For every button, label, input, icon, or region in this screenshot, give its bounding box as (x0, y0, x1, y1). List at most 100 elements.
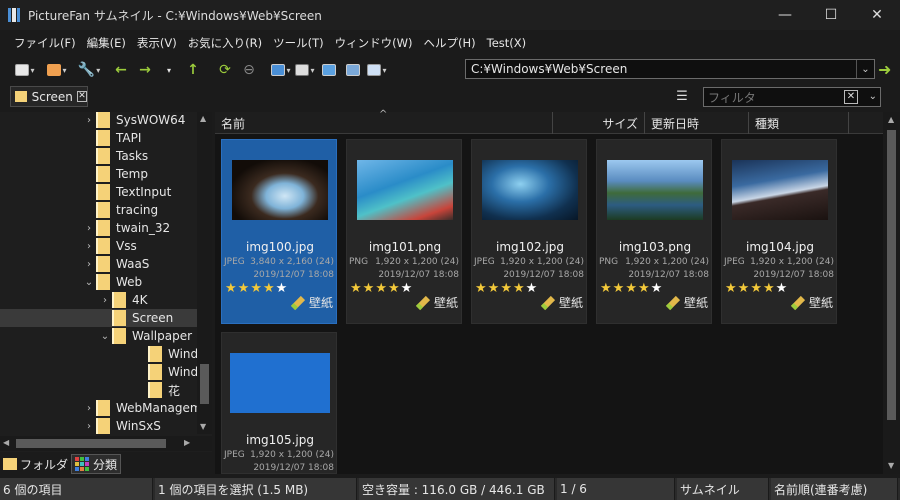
column-size[interactable]: サイズ (553, 112, 645, 134)
column-name[interactable]: 名前 ^ (215, 109, 553, 134)
slideshow-icon[interactable] (342, 60, 364, 80)
star-icon[interactable]: ★ (263, 281, 275, 296)
new-window-icon[interactable]: ▾ (14, 60, 36, 80)
expand-chevron-icon[interactable]: › (82, 421, 96, 432)
tree-item[interactable]: tracing (82, 201, 158, 219)
menu-edit[interactable]: 編集(E) (87, 35, 126, 51)
menu-favorites[interactable]: お気に入り(R) (188, 35, 262, 51)
scroll-down-icon[interactable]: ▼ (200, 422, 206, 431)
up-arrow-icon[interactable]: ↑ (182, 60, 204, 80)
star-icon[interactable]: ★ (725, 281, 737, 296)
scroll-up-icon[interactable]: ▲ (888, 115, 894, 124)
filter-clear-icon[interactable]: ✕ (844, 90, 858, 104)
scroll-thumb[interactable] (16, 439, 166, 448)
sort-icon[interactable]: ▾ (294, 60, 316, 80)
thumbnail-card[interactable]: img104.jpg JPEG 1,920 x 1,200 (24) 2019/12/… (721, 139, 837, 324)
star-icon[interactable]: ★ (651, 281, 663, 296)
collapse-chevron-icon[interactable]: ⌄ (98, 331, 112, 342)
thumbnail-card[interactable]: img102.jpg JPEG 1,920 x 1,200 (24) 2019/12/… (471, 139, 587, 324)
scroll-up-icon[interactable]: ▲ (200, 114, 206, 123)
rating-stars[interactable]: ★ ★ ★ ★ ★ (350, 281, 413, 296)
star-icon[interactable]: ★ (250, 281, 262, 296)
expand-chevron-icon[interactable]: › (82, 403, 96, 414)
menu-icon[interactable]: ☰ (674, 89, 690, 105)
forward-arrow-icon[interactable]: → (134, 60, 156, 80)
star-icon[interactable]: ★ (638, 281, 650, 296)
menu-test[interactable]: Test(X) (487, 36, 527, 50)
expand-chevron-icon[interactable]: › (82, 259, 96, 270)
star-icon[interactable]: ★ (401, 281, 413, 296)
column-type[interactable]: 種類 (749, 112, 849, 134)
star-icon[interactable]: ★ (475, 281, 487, 296)
tree-item[interactable]: › SysWOW64 (82, 112, 185, 129)
star-icon[interactable]: ★ (750, 281, 762, 296)
star-icon[interactable]: ★ (776, 281, 788, 296)
maximize-button[interactable]: ☐ (808, 0, 854, 30)
filter-input[interactable]: フィルタ ✕ ⌄ (703, 87, 881, 107)
tree-horizontal-scrollbar[interactable]: ◀ ▶ (0, 436, 197, 451)
refresh-icon[interactable]: ⟳ (214, 60, 236, 80)
settings-wrench-icon[interactable]: 🔧 ▾ (78, 60, 100, 80)
tree-item[interactable]: ⌄ Web (82, 273, 142, 291)
tree-item[interactable]: › WebManagem (82, 399, 202, 417)
address-input[interactable]: C:¥Windows¥Web¥Screen ⌄ (465, 59, 875, 79)
thumbnail-card[interactable]: img105.jpg JPEG 1,920 x 1,200 (24) 2019/12/… (221, 332, 337, 474)
image-view-icon[interactable] (318, 60, 340, 80)
star-icon[interactable]: ★ (225, 281, 237, 296)
scroll-thumb[interactable] (887, 130, 896, 420)
open-folder-icon[interactable]: ▾ (46, 60, 68, 80)
thumbnail-card[interactable]: img100.jpg JPEG 3,840 x 2,160 (24) 2019/12/… (221, 139, 337, 324)
star-icon[interactable]: ★ (738, 281, 750, 296)
star-icon[interactable]: ★ (363, 281, 375, 296)
expand-chevron-icon[interactable]: › (82, 241, 96, 252)
star-icon[interactable]: ★ (625, 281, 637, 296)
tree-item[interactable]: › WaaS (82, 255, 149, 273)
content-vertical-scrollbar[interactable]: ▲ ▼ (883, 112, 900, 474)
tab-classify[interactable]: 分類 (71, 454, 122, 474)
tree-item[interactable]: Windo (134, 363, 206, 381)
star-icon[interactable]: ★ (488, 281, 500, 296)
tree-item[interactable]: 花 (134, 381, 180, 399)
scroll-right-icon[interactable]: ▶ (184, 438, 190, 447)
tree-item[interactable]: › twain_32 (82, 219, 170, 237)
tree-item[interactable]: TextInput (82, 183, 171, 201)
stop-icon[interactable]: ⊖ (238, 60, 260, 80)
tree-item[interactable]: Temp (82, 165, 148, 183)
thumbnail-card[interactable]: img103.png PNG 1,920 x 1,200 (24) 2019/12/0… (596, 139, 712, 324)
rating-stars[interactable]: ★ ★ ★ ★ ★ (225, 281, 288, 296)
tree-item[interactable]: › Vss (82, 237, 137, 255)
tab-close-icon[interactable]: ✕ (76, 91, 87, 102)
tab-screen[interactable]: Screen ✕ (10, 86, 88, 107)
scroll-down-icon[interactable]: ▼ (888, 461, 894, 470)
scroll-thumb[interactable] (200, 364, 209, 404)
tab-folders[interactable]: フォルダ (0, 454, 71, 474)
tree-item[interactable]: › WinSxS (82, 417, 161, 435)
collapse-chevron-icon[interactable]: ⌄ (82, 277, 96, 288)
tree-item[interactable]: ⌄ Wallpaper (98, 327, 192, 345)
menu-window[interactable]: ウィンドウ(W) (335, 35, 413, 51)
star-icon[interactable]: ★ (276, 281, 288, 296)
tree-item[interactable]: Tasks (82, 147, 148, 165)
menu-help[interactable]: ヘルプ(H) (424, 35, 476, 51)
star-icon[interactable]: ★ (526, 281, 538, 296)
forward-dropdown-icon[interactable]: ▾ (158, 60, 180, 80)
column-date[interactable]: 更新日時 (645, 112, 749, 134)
rating-stars[interactable]: ★ ★ ★ ★ ★ (725, 281, 788, 296)
expand-chevron-icon[interactable]: › (82, 115, 96, 126)
star-icon[interactable]: ★ (500, 281, 512, 296)
menu-file[interactable]: ファイル(F) (14, 35, 76, 51)
star-icon[interactable]: ★ (513, 281, 525, 296)
rating-stars[interactable]: ★ ★ ★ ★ ★ (600, 281, 663, 296)
star-icon[interactable]: ★ (600, 281, 612, 296)
close-button[interactable]: ✕ (854, 0, 900, 30)
go-arrow-icon[interactable]: ➜ (878, 60, 891, 79)
star-icon[interactable]: ★ (350, 281, 362, 296)
thumbnail-card[interactable]: img101.png PNG 1,920 x 1,200 (24) 2019/12/0… (346, 139, 462, 324)
tree-item[interactable]: TAPI (82, 129, 141, 147)
tree-item[interactable]: Windo (134, 345, 206, 363)
star-icon[interactable]: ★ (613, 281, 625, 296)
menu-view[interactable]: 表示(V) (137, 35, 177, 51)
minimize-button[interactable]: — (762, 0, 808, 30)
expand-chevron-icon[interactable]: › (98, 295, 112, 306)
address-dropdown-icon[interactable]: ⌄ (856, 60, 874, 78)
